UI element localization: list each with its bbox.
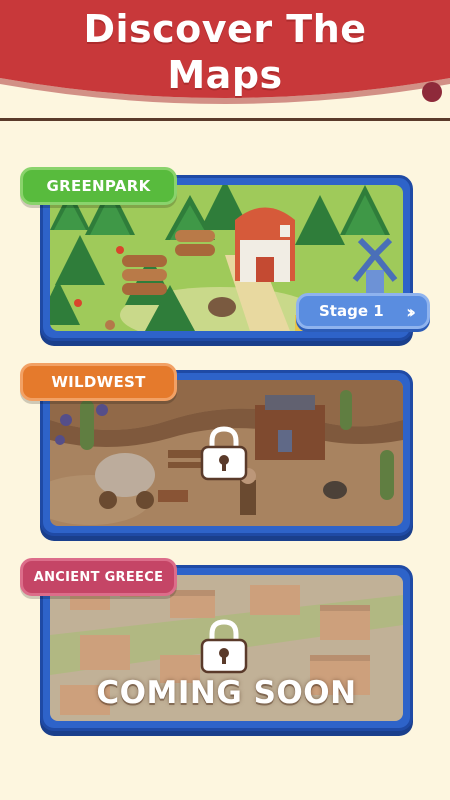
map-name-wildwest: WILDWEST: [51, 373, 146, 391]
lock-icon: [199, 425, 249, 481]
header-divider: [0, 118, 450, 121]
double-chevron-right-icon: ›​›: [406, 302, 416, 323]
map-name-greenpark: GREENPARK: [46, 177, 151, 195]
map-tag-greenpark: GREENPARK: [20, 167, 177, 205]
header-banner: Discover The Maps: [0, 0, 450, 118]
page-title-line-2: Maps: [167, 53, 283, 97]
map-tag-ancient-greece: ANCIENT GREECE: [20, 558, 177, 596]
map-name-ancient-greece: ANCIENT GREECE: [33, 569, 164, 585]
stage-button[interactable]: Stage 1 ›​›: [296, 293, 430, 329]
page-title-line-1: Discover The: [83, 7, 367, 51]
lock-icon: [199, 618, 249, 674]
page-title: Discover The Maps: [0, 6, 450, 98]
stage-button-label: Stage 1: [319, 302, 384, 320]
map-tag-wildwest: WILDWEST: [20, 363, 177, 401]
coming-soon-label: COMING SOON: [96, 675, 357, 711]
